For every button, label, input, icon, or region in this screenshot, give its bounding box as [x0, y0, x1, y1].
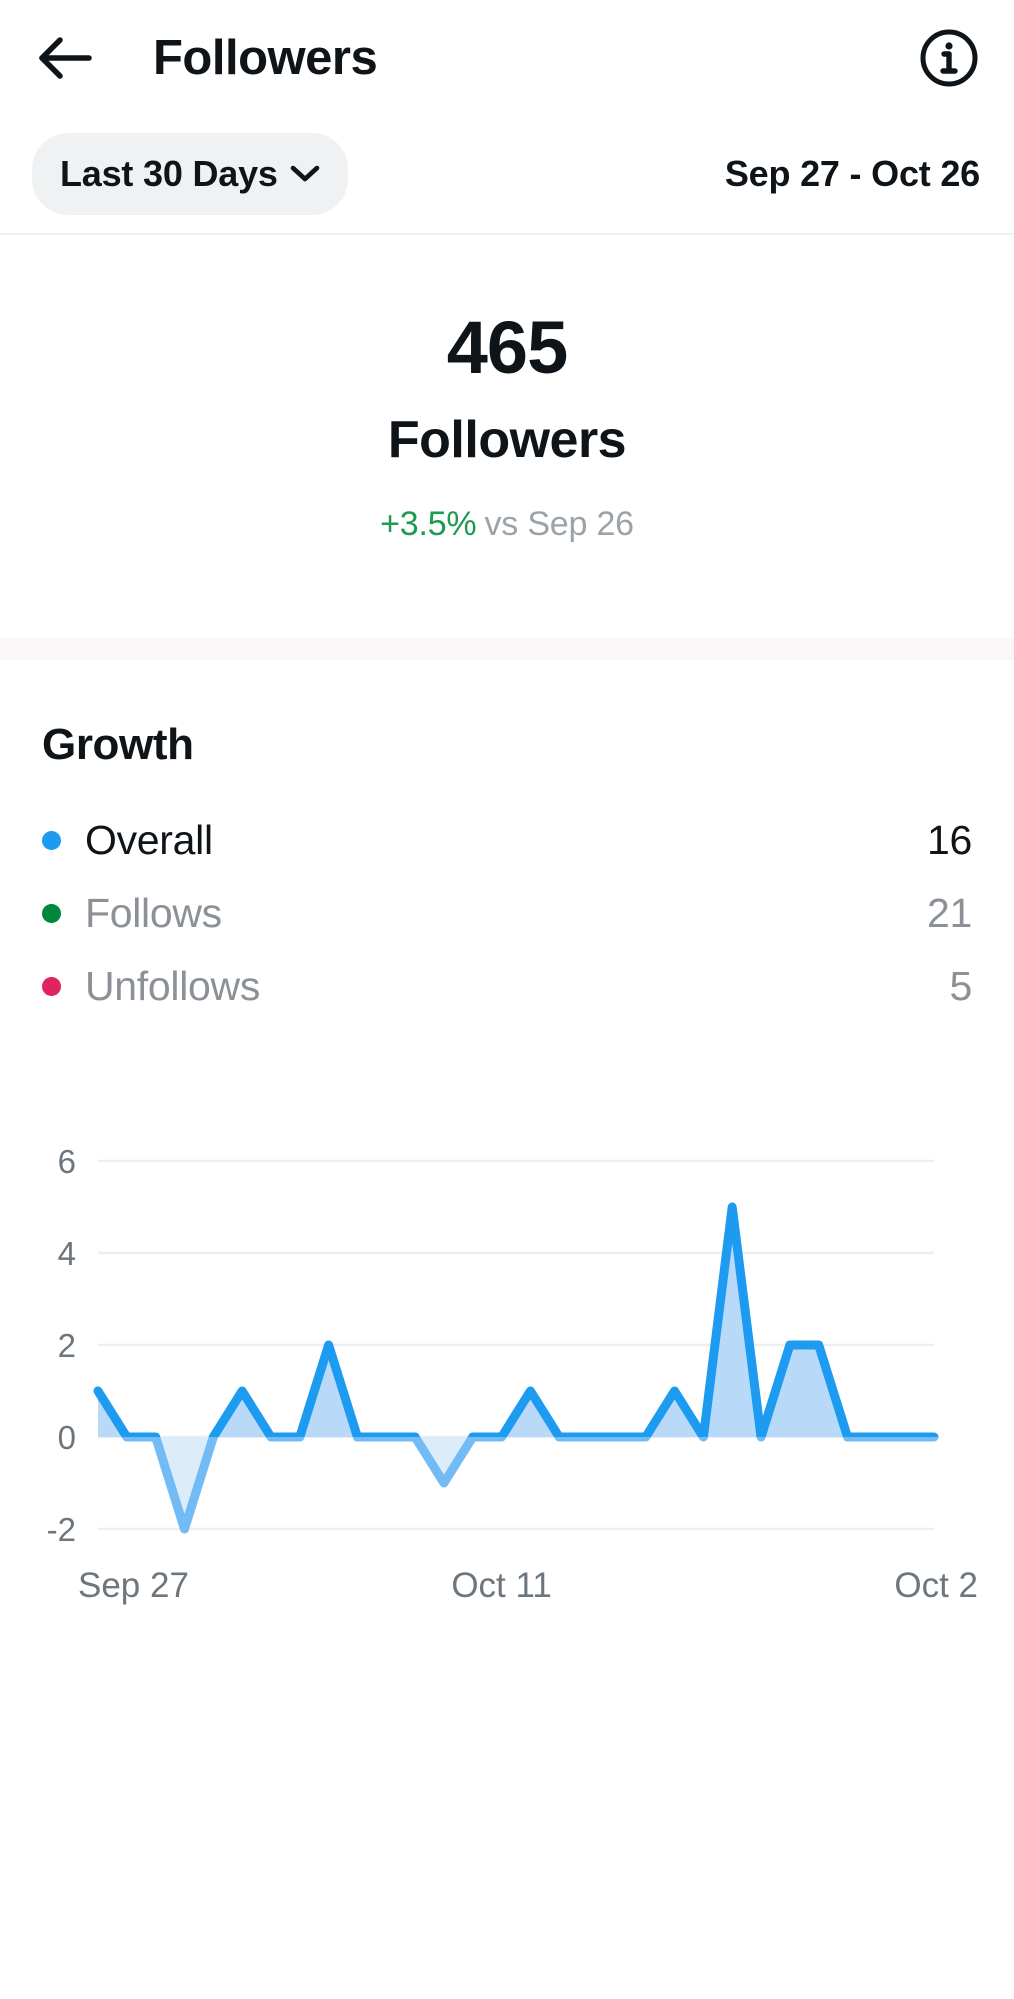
- chevron-down-icon: [290, 165, 320, 182]
- svg-text:4: 4: [58, 1235, 76, 1272]
- legend-value-follows: 21: [926, 890, 972, 936]
- date-range-text: Sep 27 - Oct 26: [724, 153, 980, 194]
- legend-dot-overall: [42, 831, 61, 850]
- legend-label-follows: Follows: [85, 890, 222, 936]
- growth-chart-svg: 6 4 2 0 -2Sep 27 Oct 11 Oct 2: [47, 1143, 978, 1605]
- legend-dot-follows: [42, 904, 61, 923]
- svg-text:Oct 11: Oct 11: [451, 1566, 552, 1605]
- date-range-selector-label: Last 30 Days: [60, 153, 278, 194]
- info-circle-icon: [920, 29, 978, 86]
- svg-text:0: 0: [58, 1419, 76, 1456]
- legend-value-overall: 16: [926, 817, 972, 863]
- legend-item-unfollows[interactable]: Unfollows 5: [42, 950, 972, 1023]
- info-button[interactable]: [918, 27, 980, 89]
- legend-dot-unfollows: [42, 977, 61, 996]
- svg-text:Sep 27: Sep 27: [78, 1566, 189, 1605]
- section-divider: [0, 638, 1014, 660]
- followers-analytics-screen: Followers Last 30 Days Sep 27 - Oct 26 4…: [0, 0, 1014, 1999]
- filter-bar: Last 30 Days Sep 27 - Oct 26: [0, 115, 1014, 235]
- date-range-selector[interactable]: Last 30 Days: [32, 133, 348, 215]
- legend-item-follows[interactable]: Follows 21: [42, 877, 972, 950]
- growth-chart[interactable]: 6 4 2 0 -2 Sep 27 Oct 11 Oct 2: [0, 1113, 1014, 1653]
- arrow-left-icon: [39, 36, 92, 79]
- delta-comparison: vs Sep 26: [484, 505, 634, 544]
- top-app-bar: Followers: [0, 0, 1014, 115]
- delta-percentage: +3.5%: [380, 505, 477, 544]
- growth-title: Growth: [42, 720, 194, 769]
- follower-count: 465: [446, 305, 568, 389]
- legend-item-overall[interactable]: Overall 16: [42, 804, 972, 877]
- svg-text:6: 6: [58, 1143, 76, 1180]
- legend-value-unfollows: 5: [949, 963, 972, 1009]
- legend-label-unfollows: Unfollows: [85, 963, 261, 1009]
- page-title: Followers: [153, 30, 378, 85]
- follower-count-label: Followers: [387, 411, 627, 470]
- back-button[interactable]: [34, 27, 96, 89]
- growth-section: Growth Overall 16 Follows 21 Unfollows 5: [0, 660, 1014, 1023]
- legend-label-overall: Overall: [85, 817, 213, 863]
- svg-text:Oct 2: Oct 2: [894, 1566, 978, 1605]
- svg-text:2: 2: [58, 1327, 76, 1364]
- hero-stat-block: 465 Followers +3.5% vs Sep 26: [0, 235, 1014, 638]
- svg-text:-2: -2: [47, 1511, 76, 1548]
- delta-row: +3.5% vs Sep 26: [380, 505, 634, 544]
